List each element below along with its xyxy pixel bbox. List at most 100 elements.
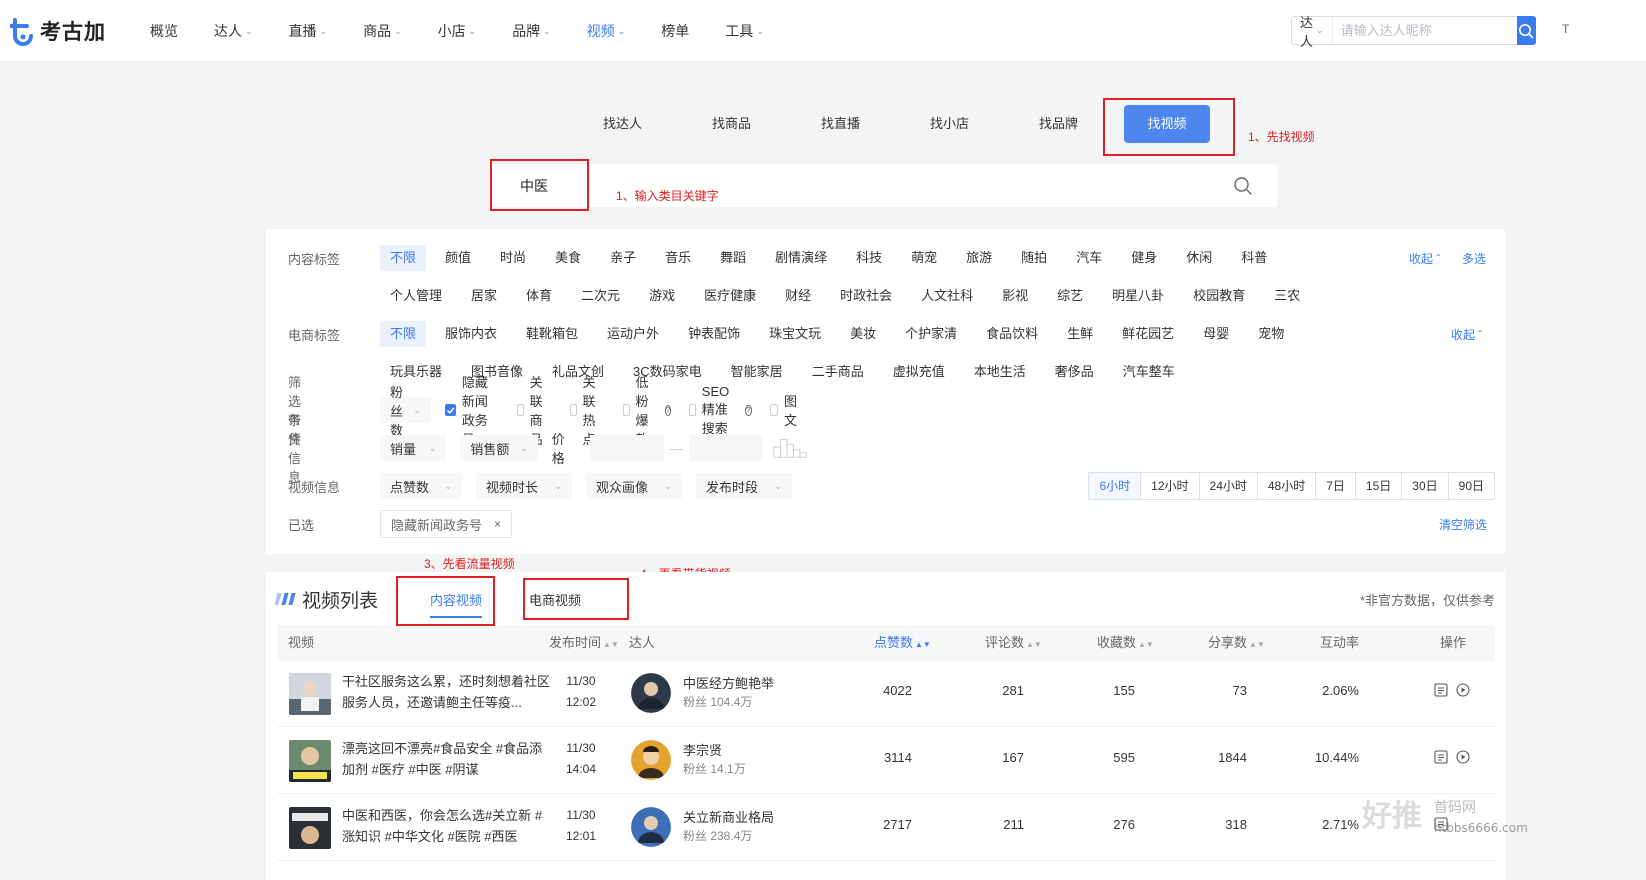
tag-item[interactable]: 综艺 — [1047, 283, 1093, 309]
tag-item[interactable]: 鲜花园艺 — [1112, 321, 1184, 347]
multi-select-link[interactable]: 多选 — [1462, 250, 1486, 267]
tab-find-creators[interactable]: 找达人 — [568, 105, 677, 143]
tag-item[interactable]: 音乐 — [655, 245, 701, 271]
play-icon[interactable] — [1456, 750, 1470, 764]
tag-item[interactable]: 人文社科 — [911, 283, 983, 309]
play-icon[interactable] — [1456, 683, 1470, 697]
search-button[interactable] — [1516, 16, 1536, 45]
tag-item[interactable]: 不限 — [380, 321, 427, 347]
tag-item[interactable]: 美食 — [545, 245, 591, 271]
video-title[interactable]: 漂亮这回不漂亮#食品安全 #食品添加剂 #医疗 #中医 #阴谋 — [342, 738, 550, 780]
col-comments[interactable]: 评论数 ▲▼ — [985, 625, 1042, 661]
tag-item[interactable]: 运动户外 — [597, 321, 669, 347]
tag-item[interactable]: 母婴 — [1193, 321, 1239, 347]
search-input[interactable] — [1332, 23, 1517, 38]
tag-item[interactable]: 时尚 — [490, 245, 536, 271]
nav-item-brands[interactable]: 品牌 ⌄ — [512, 21, 551, 41]
video-thumbnail[interactable] — [289, 740, 331, 782]
tag-item[interactable]: 萌宠 — [901, 245, 947, 271]
tag-item[interactable]: 科普 — [1231, 245, 1277, 271]
tag-item[interactable]: 个人管理 — [380, 283, 452, 309]
tag-item[interactable]: 汽车整车 — [1113, 359, 1185, 385]
tag-item[interactable]: 三农 — [1264, 283, 1310, 309]
tag-item[interactable]: 食品饮料 — [976, 321, 1048, 347]
tag-item[interactable]: 钟表配饰 — [678, 321, 750, 347]
tag-item[interactable]: 舞蹈 — [710, 245, 756, 271]
tag-item[interactable]: 珠宝文玩 — [759, 321, 831, 347]
likes-dropdown[interactable]: 点赞数 ⌄ — [380, 473, 462, 499]
tag-item[interactable]: 虚拟充值 — [883, 359, 955, 385]
keyword-search-bar[interactable]: 中医 — [492, 164, 1277, 207]
detail-icon[interactable] — [1434, 683, 1448, 697]
tag-item[interactable]: 科技 — [846, 245, 892, 271]
time-range-option[interactable]: 30日 — [1402, 473, 1449, 499]
nav-item-shops[interactable]: 小店 ⌄ — [438, 21, 477, 41]
close-icon[interactable]: × — [494, 517, 501, 531]
tag-item[interactable]: 颜值 — [435, 245, 481, 271]
clear-filters-link[interactable]: 清空筛选 — [1439, 516, 1487, 533]
sales-amount-dropdown[interactable]: 销售额 ⌄ — [460, 435, 538, 461]
col-publish-time[interactable]: 发布时间 ▲▼ — [549, 625, 619, 661]
tag-item[interactable]: 奢侈品 — [1045, 359, 1104, 385]
time-range-option[interactable]: 90日 — [1449, 473, 1494, 499]
fans-dropdown[interactable]: 粉丝数 ⌄ — [380, 385, 431, 438]
nav-item-tools[interactable]: 工具 ⌄ — [725, 21, 764, 41]
help-icon[interactable]: ? — [745, 404, 752, 416]
tag-item[interactable]: 医疗健康 — [694, 283, 766, 309]
avatar[interactable] — [631, 673, 671, 713]
tag-item[interactable]: 健身 — [1121, 245, 1167, 271]
tag-item[interactable]: 居家 — [461, 283, 507, 309]
search-icon[interactable] — [1233, 176, 1253, 196]
nav-item-creators[interactable]: 达人 ⌄ — [214, 21, 253, 41]
time-range-option[interactable]: 12小时 — [1141, 473, 1200, 499]
time-range-option[interactable]: 6小时 — [1089, 473, 1142, 499]
author-name[interactable]: 关立新商业格局 — [683, 807, 774, 826]
nav-item-goods[interactable]: 商品 ⌄ — [363, 21, 402, 41]
col-shares[interactable]: 分享数 ▲▼ — [1208, 625, 1265, 661]
tag-item[interactable]: 个护家清 — [895, 321, 967, 347]
table-row[interactable]: 中医和西医，你会怎么选#关立新 #涨知识 #中华文化 #医院 #西医 11/30… — [277, 795, 1495, 861]
price-max-input[interactable] — [688, 435, 763, 461]
nav-item-live[interactable]: 直播 ⌄ — [289, 21, 328, 41]
tag-item[interactable]: 财经 — [775, 283, 821, 309]
price-min-input[interactable] — [589, 435, 664, 461]
tab-find-brands[interactable]: 找品牌 — [1004, 105, 1113, 143]
search-type-select[interactable]: 达人 ⌄ — [1292, 15, 1333, 49]
time-range-option[interactable]: 48小时 — [1258, 473, 1317, 499]
tag-item[interactable]: 旅游 — [956, 245, 1002, 271]
avatar[interactable] — [631, 807, 671, 847]
price-distribution-icon[interactable] — [773, 437, 808, 459]
logo[interactable]: 考古加 — [10, 16, 106, 46]
col-favorites[interactable]: 收藏数 ▲▼ — [1097, 625, 1154, 661]
col-likes[interactable]: 点赞数 ▲▼ — [874, 625, 931, 661]
tag-item[interactable]: 随拍 — [1011, 245, 1057, 271]
tag-item[interactable]: 时政社会 — [830, 283, 902, 309]
tag-item[interactable]: 剧情演绎 — [765, 245, 837, 271]
time-range-option[interactable]: 7日 — [1316, 473, 1356, 499]
tag-item[interactable]: 体育 — [516, 283, 562, 309]
tag-item[interactable]: 不限 — [380, 245, 427, 271]
video-thumbnail[interactable] — [289, 673, 331, 715]
video-title[interactable]: 干社区服务这么累，还时刻想着社区服务人员，还邀请鲍主任等疫... — [342, 671, 550, 713]
collapse-ecom-tags[interactable]: 收起 ˆ — [1451, 326, 1482, 343]
video-title[interactable]: 中医和西医，你会怎么选#关立新 #涨知识 #中华文化 #医院 #西医 — [342, 805, 550, 847]
tag-item[interactable]: 汽车 — [1066, 245, 1112, 271]
tag-item[interactable]: 亲子 — [600, 245, 646, 271]
tag-item[interactable]: 影视 — [992, 283, 1038, 309]
time-range-option[interactable]: 15日 — [1356, 473, 1403, 499]
nav-item-videos[interactable]: 视频 ⌄ — [587, 21, 626, 41]
detail-icon[interactable] — [1434, 750, 1448, 764]
tab-find-goods[interactable]: 找商品 — [677, 105, 786, 143]
video-thumbnail[interactable] — [289, 807, 331, 849]
nav-item-overview[interactable]: 概览 — [150, 21, 178, 41]
table-row[interactable]: 干社区服务这么累，还时刻想着社区服务人员，还邀请鲍主任等疫... 11/30 12… — [277, 661, 1495, 727]
tag-item[interactable]: 游戏 — [639, 283, 685, 309]
tag-item[interactable]: 服饰内衣 — [435, 321, 507, 347]
tag-item[interactable]: 鞋靴箱包 — [516, 321, 588, 347]
tab-find-shops[interactable]: 找小店 — [895, 105, 1004, 143]
tag-item[interactable]: 休闲 — [1176, 245, 1222, 271]
nav-item-rankings[interactable]: 榜单 — [661, 21, 689, 41]
checkbox-image-text[interactable]: 图文 — [769, 391, 801, 429]
duration-dropdown[interactable]: 视频时长 ⌄ — [476, 473, 572, 499]
avatar[interactable] — [631, 740, 671, 780]
